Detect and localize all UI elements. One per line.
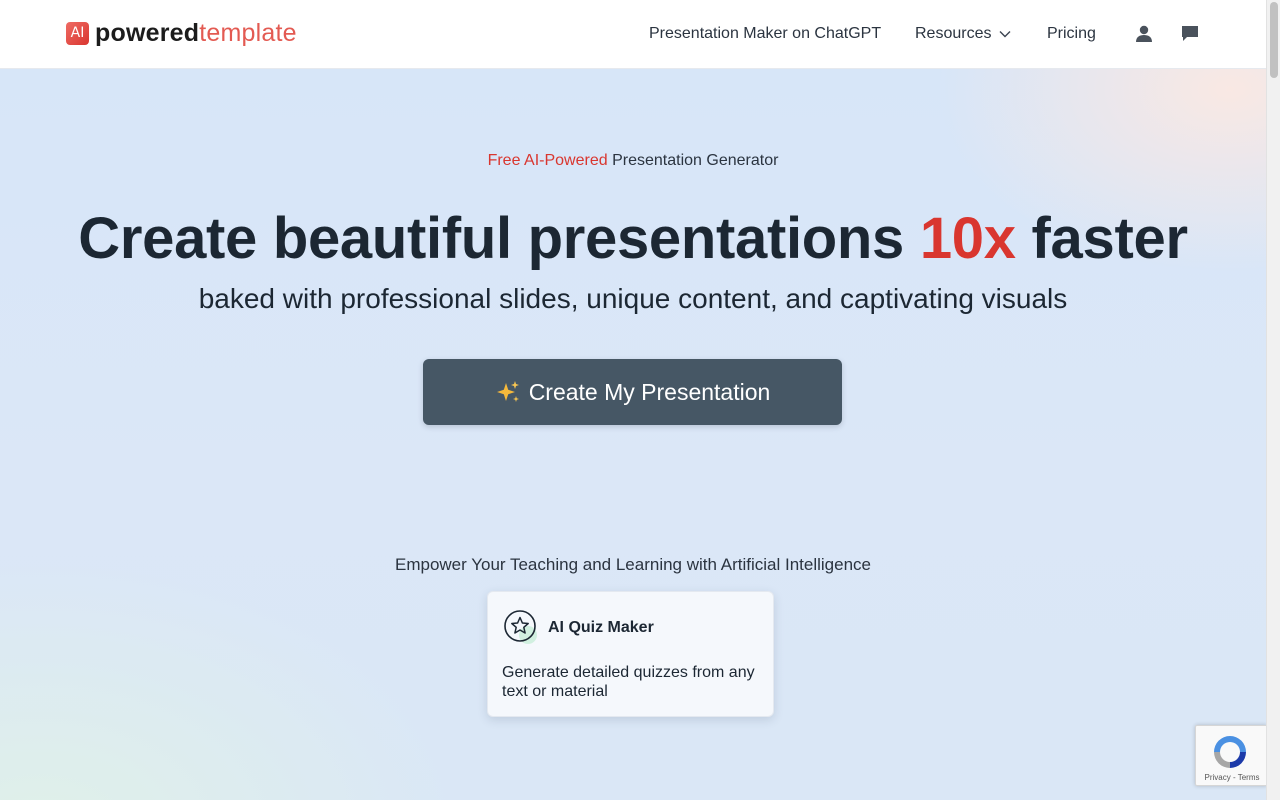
scrollbar-thumb[interactable] [1270, 2, 1278, 78]
user-icon[interactable] [1134, 24, 1154, 44]
hero-section: Free AI-Powered Presentation Generator C… [0, 69, 1266, 800]
site-header: AI poweredtemplate Presentation Maker on… [0, 0, 1266, 69]
card-description: Generate detailed quizzes from any text … [502, 664, 755, 700]
nav-link-pricing[interactable]: Pricing [1047, 25, 1096, 43]
card-title: AI Quiz Maker [548, 619, 654, 636]
teaching-heading: Empower Your Teaching and Learning with … [395, 555, 871, 574]
headline-accent: 10x [919, 206, 1016, 271]
headline-after: faster [1031, 206, 1188, 271]
create-presentation-label: Create My Presentation [528, 378, 771, 405]
hero-headline: Create beautiful presentations 10x faste… [0, 205, 1266, 272]
quiz-maker-card[interactable]: AI Quiz Maker Generate detailed quizzes … [487, 591, 774, 717]
nav-dropdown-resources[interactable]: Resources [915, 25, 1011, 43]
sparkles-icon [496, 381, 519, 402]
headline-before: Create beautiful presentations [78, 206, 905, 271]
star-badge-icon [504, 610, 537, 644]
recaptcha-badge[interactable]: Privacy - Terms [1195, 725, 1267, 786]
create-presentation-button[interactable]: Create My Presentation [423, 359, 842, 425]
hero-eyebrow: Free AI-Powered Presentation Generator [0, 152, 1266, 170]
chevron-down-icon [999, 31, 1011, 38]
page-scrollbar[interactable] [1266, 0, 1280, 800]
recaptcha-icon [1214, 736, 1246, 768]
hero-subline: baked with professional slides, unique c… [198, 283, 1068, 314]
recaptcha-links[interactable]: Privacy - Terms [1196, 773, 1268, 782]
nav-link-chatgpt[interactable]: Presentation Maker on ChatGPT [649, 25, 881, 43]
chat-icon[interactable] [1180, 24, 1200, 44]
eyebrow-rest: Presentation Generator [612, 152, 779, 169]
nav-resources-label: Resources [915, 25, 992, 42]
main-nav: Presentation Maker on ChatGPT Resources … [0, 24, 1266, 46]
eyebrow-accent: Free AI-Powered [487, 152, 608, 169]
